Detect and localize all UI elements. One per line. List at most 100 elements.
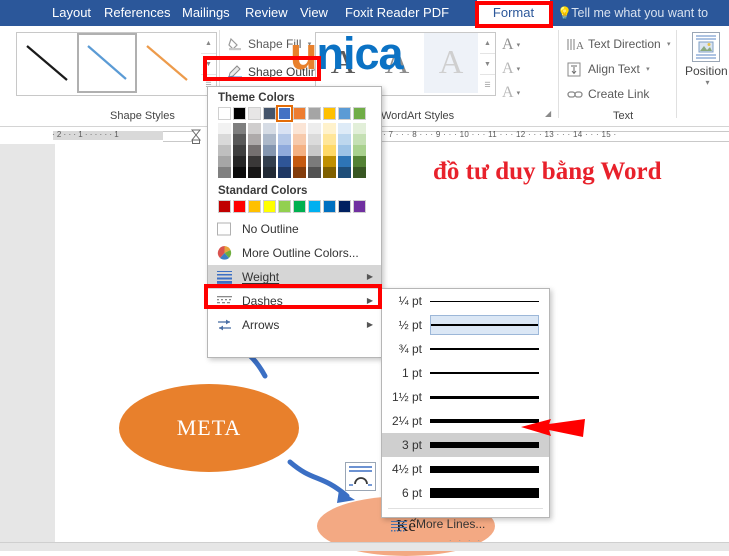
gallery-scroll-down-icon[interactable]: ▼ <box>201 54 216 75</box>
theme-variation-swatch-4-0[interactable] <box>218 167 231 178</box>
wordart-scroll-up-icon[interactable]: ▲ <box>480 33 495 54</box>
theme-variation-swatch-0-4[interactable] <box>278 123 291 134</box>
theme-variation-swatch-4-9[interactable] <box>353 167 366 178</box>
create-link-button[interactable]: Create Link <box>565 84 649 105</box>
shape-fill-button[interactable]: Shape Fill ▾ <box>226 34 311 54</box>
weight-option-2[interactable]: ¾ pt <box>382 337 549 361</box>
wordart-more-icon[interactable]: ☰ <box>480 75 495 95</box>
menu-item-more-outline-colors[interactable]: More Outline Colors... <box>208 241 381 265</box>
wordart-thumb-1[interactable]: A <box>316 33 370 93</box>
theme-variation-swatch-3-6[interactable] <box>308 156 321 167</box>
theme-variation-swatch-3-3[interactable] <box>263 156 276 167</box>
standard-color-swatch-5[interactable] <box>293 200 306 213</box>
theme-variation-swatch-4-1[interactable] <box>233 167 246 178</box>
shape-outline-dropdown[interactable]: Theme Colors Standard Colors No Outline … <box>207 86 382 358</box>
standard-color-swatch-0[interactable] <box>218 200 231 213</box>
theme-variation-swatch-0-6[interactable] <box>308 123 321 134</box>
shape-ellipse-meta[interactable]: META <box>119 384 299 472</box>
weight-option-0[interactable]: ¼ pt <box>382 289 549 313</box>
theme-variation-swatch-1-2[interactable] <box>248 134 261 145</box>
theme-variation-swatch-2-1[interactable] <box>233 145 246 156</box>
theme-variation-row-4[interactable] <box>218 167 381 178</box>
theme-variation-row-0[interactable] <box>218 123 381 134</box>
theme-variation-swatch-1-4[interactable] <box>278 134 291 145</box>
theme-variation-swatch-2-8[interactable] <box>338 145 351 156</box>
wordart-thumb-2[interactable]: A <box>370 33 424 93</box>
weight-submenu-arrow-icon[interactable]: ▶ <box>367 265 373 289</box>
gallery-scroll-up-icon[interactable]: ▲ <box>201 33 216 54</box>
ribbon-tab-review[interactable]: Review <box>237 0 292 26</box>
text-fill-caret-icon[interactable]: ▾ <box>517 41 521 49</box>
theme-variation-swatch-3-1[interactable] <box>233 156 246 167</box>
theme-variation-swatch-0-0[interactable] <box>218 123 231 134</box>
theme-variation-swatch-1-6[interactable] <box>308 134 321 145</box>
text-fill-button[interactable]: A ▾ <box>502 35 536 55</box>
position-caret-icon[interactable]: ▾ <box>688 78 727 87</box>
standard-colors-row[interactable] <box>218 200 381 213</box>
theme-variation-row-3[interactable] <box>218 156 381 167</box>
theme-variation-swatch-4-8[interactable] <box>338 167 351 178</box>
theme-colors-variation-rows[interactable] <box>218 123 381 178</box>
theme-variation-swatch-2-5[interactable] <box>293 145 306 156</box>
theme-variation-swatch-4-2[interactable] <box>248 167 261 178</box>
theme-variation-swatch-1-7[interactable] <box>323 134 336 145</box>
menu-item-no-outline[interactable]: No Outline <box>208 217 381 241</box>
theme-variation-swatch-2-6[interactable] <box>308 145 321 156</box>
align-text-caret-icon[interactable]: ▾ <box>646 66 650 73</box>
standard-color-swatch-7[interactable] <box>323 200 336 213</box>
theme-variation-swatch-0-7[interactable] <box>323 123 336 134</box>
theme-color-swatch-5[interactable] <box>293 107 306 120</box>
standard-colors-grid[interactable] <box>208 200 381 213</box>
wordart-dialog-launcher[interactable]: ◢ <box>545 109 554 118</box>
theme-variation-swatch-3-2[interactable] <box>248 156 261 167</box>
theme-color-swatch-2[interactable] <box>248 107 261 120</box>
theme-colors-grid[interactable] <box>208 107 381 178</box>
theme-color-swatch-3[interactable] <box>263 107 276 120</box>
text-effects-button[interactable]: A ▾ <box>502 83 536 103</box>
theme-color-swatch-4[interactable] <box>278 107 291 120</box>
theme-variation-swatch-0-2[interactable] <box>248 123 261 134</box>
standard-color-swatch-1[interactable] <box>233 200 246 213</box>
theme-variation-swatch-4-7[interactable] <box>323 167 336 178</box>
theme-variation-swatch-4-6[interactable] <box>308 167 321 178</box>
standard-color-swatch-4[interactable] <box>278 200 291 213</box>
theme-variation-row-2[interactable] <box>218 145 381 156</box>
menu-item-arrows[interactable]: Arrows ▶ <box>208 313 381 337</box>
theme-variation-row-1[interactable] <box>218 134 381 145</box>
weight-options-list[interactable]: ¼ pt½ pt¾ pt1 pt1½ pt2¼ pt3 pt4½ pt6 pt <box>382 289 549 505</box>
weight-option-4[interactable]: 1½ pt <box>382 385 549 409</box>
ribbon-tab-foxit-reader-pdf[interactable]: Foxit Reader PDF <box>337 0 449 26</box>
dashes-submenu-arrow-icon[interactable]: ▶ <box>367 289 373 313</box>
theme-variation-swatch-2-0[interactable] <box>218 145 231 156</box>
ribbon-tab-format[interactable]: Format <box>477 0 550 26</box>
shape-style-thumb-black[interactable] <box>17 33 77 93</box>
layout-options-icon[interactable] <box>345 462 376 491</box>
theme-variation-swatch-0-8[interactable] <box>338 123 351 134</box>
wordart-styles-scroll[interactable]: ▲ ▼ ☰ <box>480 32 496 96</box>
ribbon-tab-layout[interactable]: Layout <box>44 0 96 26</box>
theme-variation-swatch-2-9[interactable] <box>353 145 366 156</box>
theme-variation-swatch-0-5[interactable] <box>293 123 306 134</box>
weight-option-3[interactable]: 1 pt <box>382 361 549 385</box>
position-button[interactable]: Position ▾ <box>685 32 727 87</box>
standard-color-swatch-3[interactable] <box>263 200 276 213</box>
theme-variation-swatch-1-1[interactable] <box>233 134 246 145</box>
text-direction-button[interactable]: A Text Direction ▾ <box>565 34 671 55</box>
theme-color-swatch-1[interactable] <box>233 107 246 120</box>
theme-variation-swatch-2-3[interactable] <box>263 145 276 156</box>
theme-variation-swatch-3-8[interactable] <box>338 156 351 167</box>
weight-option-8[interactable]: 6 pt <box>382 481 549 505</box>
theme-variation-swatch-1-8[interactable] <box>338 134 351 145</box>
menu-item-more-lines[interactable]: More Lines... <box>382 512 549 536</box>
weight-option-1[interactable]: ½ pt <box>382 313 549 337</box>
theme-variation-swatch-3-7[interactable] <box>323 156 336 167</box>
menu-item-weight[interactable]: Weight ▶ <box>208 265 381 289</box>
theme-color-swatch-9[interactable] <box>353 107 366 120</box>
theme-variation-swatch-1-0[interactable] <box>218 134 231 145</box>
theme-variation-swatch-3-9[interactable] <box>353 156 366 167</box>
theme-variation-swatch-1-3[interactable] <box>263 134 276 145</box>
standard-color-swatch-2[interactable] <box>248 200 261 213</box>
theme-color-swatch-7[interactable] <box>323 107 336 120</box>
theme-variation-swatch-3-0[interactable] <box>218 156 231 167</box>
theme-variation-swatch-3-4[interactable] <box>278 156 291 167</box>
